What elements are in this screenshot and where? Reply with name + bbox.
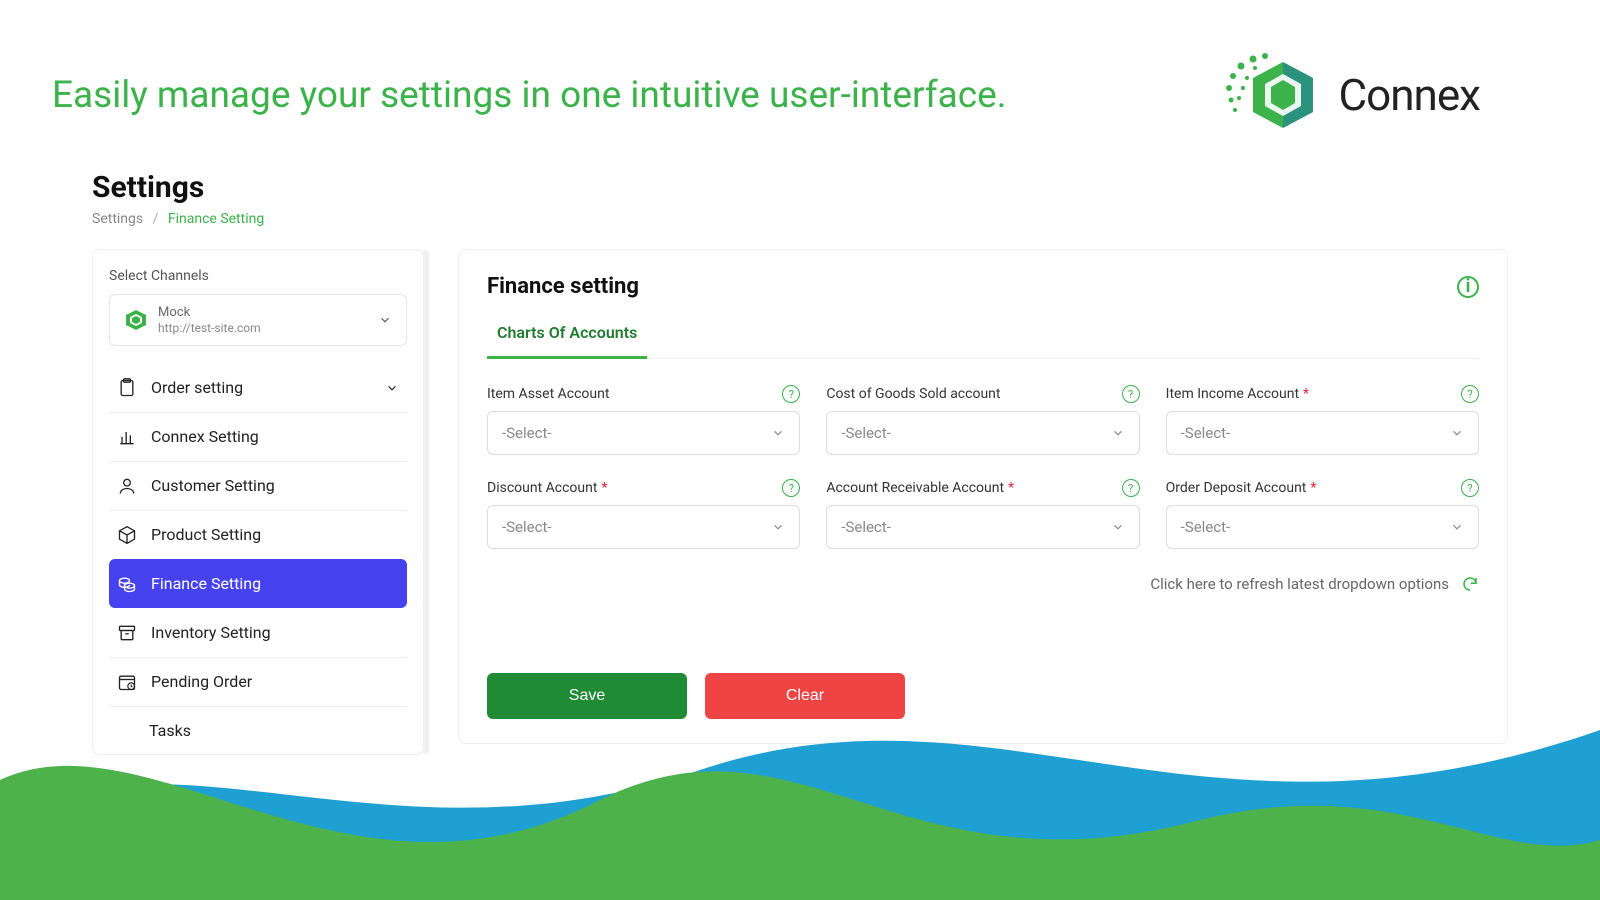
- select-discount-account[interactable]: -Select-: [487, 505, 800, 549]
- field-label: Discount Account: [487, 480, 597, 496]
- field-label: Account Receivable Account: [826, 480, 1004, 496]
- required-mark: *: [1303, 386, 1309, 402]
- sidebar-item-finance-setting[interactable]: Finance Setting: [109, 559, 407, 608]
- sidebar-item-label: Customer Setting: [151, 476, 275, 495]
- required-mark: *: [601, 480, 607, 496]
- select-value: -Select-: [502, 518, 552, 536]
- chevron-down-icon: [378, 313, 392, 327]
- help-icon[interactable]: ?: [1461, 479, 1479, 497]
- chevron-down-icon: [1111, 426, 1125, 440]
- refresh-icon[interactable]: [1461, 575, 1479, 593]
- sidebar-item-label: Order setting: [151, 378, 243, 397]
- sidebar-item-tasks[interactable]: Tasks: [109, 706, 407, 754]
- calendar-clock-icon: [117, 672, 137, 692]
- sidebar-item-pending-order[interactable]: Pending Order: [109, 657, 407, 706]
- sidebar-item-product-setting[interactable]: Product Setting: [109, 510, 407, 559]
- channel-name: Mock: [158, 305, 368, 321]
- chevron-down-icon: [385, 381, 399, 395]
- field-label: Item Asset Account: [487, 386, 609, 402]
- clear-button[interactable]: Clear: [705, 673, 905, 719]
- select-account-receivable[interactable]: -Select-: [826, 505, 1139, 549]
- help-icon[interactable]: ?: [782, 385, 800, 403]
- select-order-deposit-account[interactable]: -Select-: [1166, 505, 1479, 549]
- help-icon[interactable]: ?: [1122, 385, 1140, 403]
- select-item-asset-account[interactable]: -Select-: [487, 411, 800, 455]
- field-label: Cost of Goods Sold account: [826, 386, 1000, 402]
- channel-url: http://test-site.com: [158, 321, 368, 335]
- save-button[interactable]: Save: [487, 673, 687, 719]
- clipboard-icon: [117, 378, 137, 398]
- sidebar-item-label: Pending Order: [151, 672, 252, 691]
- chevron-down-icon: [771, 426, 785, 440]
- sidebar-item-label: Inventory Setting: [151, 623, 271, 642]
- chart-icon: [117, 427, 137, 447]
- select-item-income-account[interactable]: -Select-: [1166, 411, 1479, 455]
- fields-grid: Item Asset Account ? -Select- Cost of Go…: [487, 385, 1479, 549]
- sidebar-nav: Order setting Connex Setting Customer Se…: [109, 364, 407, 754]
- breadcrumb-current: Finance Setting: [168, 211, 264, 227]
- channel-logo-icon: [124, 308, 148, 332]
- box-icon: [117, 525, 137, 545]
- sidebar-item-inventory-setting[interactable]: Inventory Setting: [109, 608, 407, 657]
- coins-icon: [117, 574, 137, 594]
- select-value: -Select-: [1181, 518, 1231, 536]
- select-channels-label: Select Channels: [109, 268, 407, 284]
- hero: Easily manage your settings in one intui…: [0, 0, 1600, 170]
- sidebar-item-label: Finance Setting: [151, 574, 261, 593]
- breadcrumb: Settings / Finance Setting: [92, 211, 1508, 227]
- select-value: -Select-: [502, 424, 552, 442]
- user-icon: [117, 476, 137, 496]
- tabs: Charts Of Accounts: [487, 317, 1479, 359]
- info-icon[interactable]: i: [1457, 276, 1479, 298]
- field-item-income-account: Item Income Account* ? -Select-: [1166, 385, 1479, 455]
- sidebar-item-label: Product Setting: [151, 525, 261, 544]
- sidebar: Select Channels Mock http://test-site.co…: [92, 249, 424, 755]
- refresh-text[interactable]: Click here to refresh latest dropdown op…: [1150, 575, 1449, 593]
- select-value: -Select-: [841, 424, 891, 442]
- field-label: Order Deposit Account: [1166, 480, 1307, 496]
- brand-logo-text: Connex: [1339, 69, 1481, 121]
- tab-charts-of-accounts[interactable]: Charts Of Accounts: [487, 317, 647, 359]
- hero-tagline: Easily manage your settings in one intui…: [52, 74, 1007, 117]
- archive-icon: [117, 623, 137, 643]
- refresh-row: Click here to refresh latest dropdown op…: [487, 575, 1479, 593]
- form-actions: Save Clear: [487, 673, 1479, 719]
- select-value: -Select-: [1181, 424, 1231, 442]
- sidebar-item-connex-setting[interactable]: Connex Setting: [109, 412, 407, 461]
- chevron-down-icon: [1450, 426, 1464, 440]
- main-title: Finance setting: [487, 274, 639, 299]
- required-mark: *: [1310, 480, 1316, 496]
- required-mark: *: [1008, 480, 1014, 496]
- breadcrumb-root[interactable]: Settings: [92, 211, 143, 227]
- chevron-down-icon: [1450, 520, 1464, 534]
- select-cogs-account[interactable]: -Select-: [826, 411, 1139, 455]
- sidebar-item-label: Connex Setting: [151, 427, 259, 446]
- select-value: -Select-: [841, 518, 891, 536]
- main-panel: Finance setting i Charts Of Accounts Ite…: [458, 249, 1508, 744]
- field-item-asset-account: Item Asset Account ? -Select-: [487, 385, 800, 455]
- field-cogs-account: Cost of Goods Sold account ? -Select-: [826, 385, 1139, 455]
- breadcrumb-separator: /: [153, 211, 159, 227]
- page-title: Settings: [92, 170, 1508, 205]
- chevron-down-icon: [1111, 520, 1125, 534]
- channel-select[interactable]: Mock http://test-site.com: [109, 294, 407, 346]
- field-label: Item Income Account: [1166, 386, 1299, 402]
- sidebar-item-label: Tasks: [149, 721, 191, 740]
- help-icon[interactable]: ?: [1461, 385, 1479, 403]
- sidebar-item-customer-setting[interactable]: Customer Setting: [109, 461, 407, 510]
- field-discount-account: Discount Account* ? -Select-: [487, 479, 800, 549]
- sidebar-item-order-setting[interactable]: Order setting: [109, 364, 407, 412]
- brand-logo-icon: [1223, 50, 1323, 140]
- brand-logo: Connex: [1223, 50, 1481, 140]
- field-order-deposit-account: Order Deposit Account* ? -Select-: [1166, 479, 1479, 549]
- help-icon[interactable]: ?: [1122, 479, 1140, 497]
- field-account-receivable: Account Receivable Account* ? -Select-: [826, 479, 1139, 549]
- chevron-down-icon: [771, 520, 785, 534]
- help-icon[interactable]: ?: [782, 479, 800, 497]
